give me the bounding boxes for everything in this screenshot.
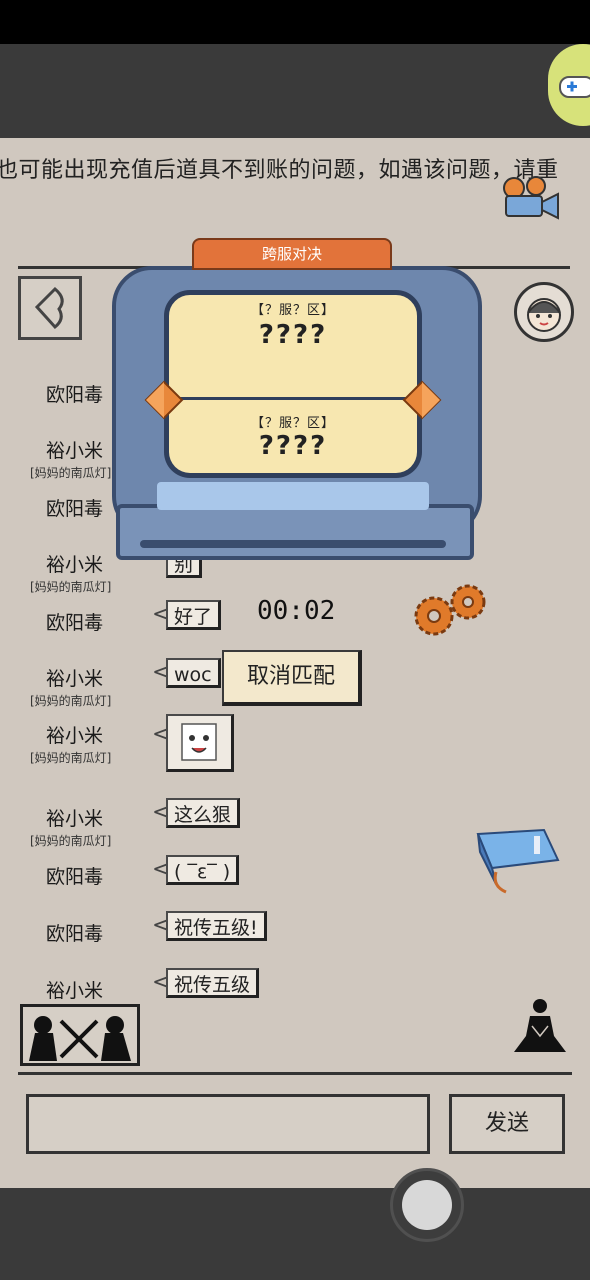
avatar[interactable] <box>514 282 574 342</box>
game-screen: 也可能出现充值后道具不到账的问题，如遇该问题，请重 欧阳毒 裕小米 [妈妈的南瓜… <box>0 138 590 1188</box>
cancel-match-button[interactable]: 取消匹配 <box>222 650 362 706</box>
book-icon[interactable] <box>472 826 564 896</box>
gears-icon[interactable] <box>410 582 492 642</box>
chat-bubble: 祝传五级 <box>166 968 260 998</box>
chat-title: [妈妈的南瓜灯] <box>30 694 112 708</box>
chat-bubble: 好了 <box>166 600 222 630</box>
right-gem-icon <box>402 380 442 420</box>
back-arrow-icon <box>34 286 64 330</box>
match-machine: 跨服对决 【？服？区】 ???? 【？服？区】 ???? <box>112 238 482 568</box>
chat-name: 欧阳毒 <box>46 384 104 406</box>
floating-assist-button[interactable] <box>390 1168 464 1242</box>
crossed-swords-icon <box>29 1016 131 1061</box>
chat-name: 欧阳毒 <box>46 498 104 520</box>
chat-title: [妈妈的南瓜灯] <box>30 751 112 765</box>
notice-text: 也可能出现充值后道具不到账的问题，如遇该问题，请重 <box>0 158 559 183</box>
avatar-icon <box>527 298 561 332</box>
gamepad-icon <box>559 76 590 98</box>
player-name: ???? <box>258 431 328 461</box>
chat-name: 裕小米 <box>46 725 104 747</box>
opponent-top-card: 【？服？区】 ???? <box>164 290 422 402</box>
top-overlay-band <box>0 44 590 138</box>
chat-name: 欧阳毒 <box>46 923 104 945</box>
assist-button-knob <box>402 1180 452 1230</box>
chat-name: 裕小米 <box>46 554 104 576</box>
opponent-bottom-card: 【？服？区】 ???? <box>164 398 422 478</box>
match-title: 跨服对决 <box>192 238 392 270</box>
navigation-bar <box>0 1188 590 1280</box>
chat-title: [妈妈的南瓜灯] <box>30 580 112 594</box>
match-timer: 00:02 <box>257 596 336 626</box>
chat-title: [妈妈的南瓜灯] <box>30 834 112 848</box>
chat-name: 裕小米 <box>46 440 104 462</box>
chat-bubble: 这么狠 <box>166 798 241 828</box>
server-label: 【？服？区】 <box>250 303 335 318</box>
machine-light-bar <box>157 482 429 510</box>
camera-icon[interactable] <box>500 176 564 224</box>
chat-name: 欧阳毒 <box>46 612 104 634</box>
chat-name: 裕小米 <box>46 668 104 690</box>
chat-name: 欧阳毒 <box>46 866 104 888</box>
chat-bubble: woc <box>166 658 221 688</box>
player-name: ???? <box>258 320 328 350</box>
meditation-icon[interactable] <box>510 996 570 1060</box>
chat-bubble: ( ‾ε‾ ) <box>166 855 240 885</box>
machine-slot <box>140 540 446 548</box>
chat-input[interactable] <box>26 1094 430 1154</box>
left-gem-icon <box>144 380 184 420</box>
send-button[interactable]: 发送 <box>449 1094 565 1154</box>
sticker-bubble[interactable] <box>166 714 234 772</box>
divider-bottom <box>18 1072 572 1075</box>
server-label: 【？服？区】 <box>250 416 335 431</box>
face-sticker-icon <box>181 723 217 761</box>
chat-name: 裕小米 <box>46 980 104 1002</box>
battle-button[interactable] <box>20 1004 140 1066</box>
status-bar <box>0 0 590 44</box>
chat-name: 裕小米 <box>46 808 104 830</box>
chat-title: [妈妈的南瓜灯] <box>30 466 112 480</box>
machine-base <box>116 504 474 560</box>
back-button[interactable] <box>18 276 82 340</box>
chat-bubble: 祝传五级! <box>166 911 267 941</box>
